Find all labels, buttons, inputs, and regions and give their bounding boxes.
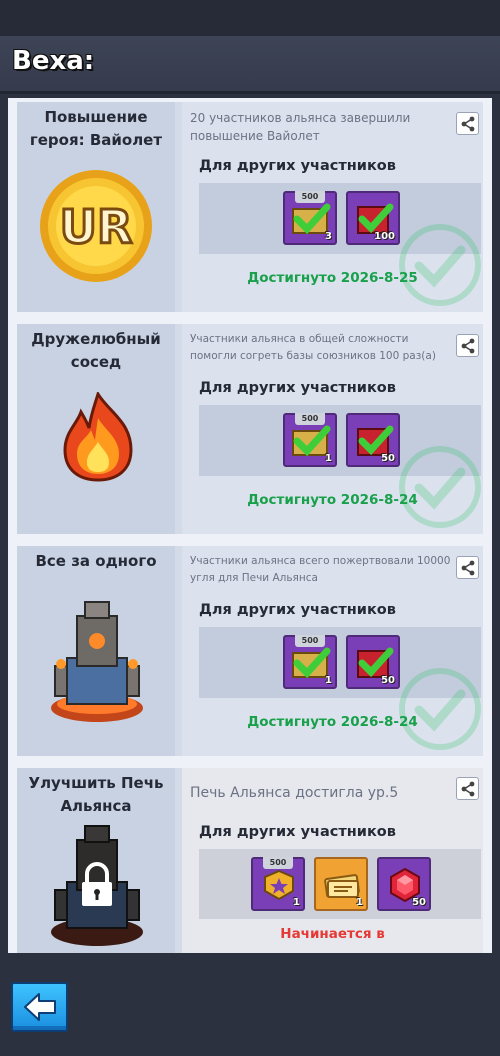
header-bar: Веха:	[0, 36, 500, 94]
share-button[interactable]	[456, 556, 479, 579]
card-description: Печь Альянса достигла ур.5	[190, 785, 399, 801]
flame-icon	[63, 392, 133, 482]
share-icon	[461, 116, 475, 132]
status-achieved: Достигнуто 2026-8-24	[247, 492, 418, 508]
back-button[interactable]	[11, 982, 68, 1032]
achieved-check-icon	[399, 668, 481, 750]
reward-item[interactable]: 500 1	[283, 635, 337, 689]
milestone-card-friendly-neighbor: Дружелюбный сосед Участники альянса в об…	[17, 324, 483, 534]
svg-text:UR: UR	[60, 200, 133, 254]
item-count: 50	[381, 675, 395, 686]
milestone-card-hero-promotion: Повышение героя: Вайолет UR 20 участнико…	[17, 102, 483, 312]
for-others-label: Для других участников	[199, 602, 396, 618]
reward-item[interactable]: 500 1	[283, 413, 337, 467]
card-title: Дружелюбный сосед	[31, 330, 161, 371]
milestone-list[interactable]: Повышение героя: Вайолет UR 20 участнико…	[8, 98, 492, 953]
status-bar	[0, 0, 500, 36]
furnace-icon	[51, 601, 143, 722]
item-count: 1	[293, 897, 300, 908]
card-title: Улучшить Печь Альянса	[28, 774, 164, 815]
item-count: 50	[412, 897, 426, 908]
item-count: 100	[374, 231, 395, 242]
reward-item[interactable]: 50	[346, 413, 400, 467]
item-count: 1	[325, 453, 332, 464]
milestone-card-all-for-one: Все за одного Участники альянса всего по…	[17, 546, 483, 756]
page-title: Веха:	[12, 46, 95, 76]
share-button[interactable]	[456, 777, 479, 800]
item-count: 1	[325, 675, 332, 686]
card-description: 20 участников альянса завершили повышени…	[190, 111, 411, 143]
card-description: Участники альянса в общей сложности помо…	[190, 333, 436, 362]
status-achieved: Достигнуто 2026-8-25	[247, 270, 418, 286]
status-starts: Начинается в	[280, 926, 385, 942]
reward-item[interactable]: 500 3	[283, 191, 337, 245]
share-icon	[461, 338, 475, 354]
card-title: Повышение героя: Вайолет	[29, 108, 163, 149]
share-icon	[461, 560, 475, 576]
locked-furnace-icon	[51, 825, 143, 946]
achieved-check-icon	[399, 224, 481, 306]
reward-item[interactable]: 50	[346, 635, 400, 689]
item-count: 3	[325, 231, 332, 242]
for-others-label: Для других участников	[199, 824, 396, 840]
back-arrow-icon	[24, 993, 56, 1021]
achieved-check-icon	[399, 446, 481, 528]
item-count: 1	[356, 897, 363, 908]
milestone-card-upgrade-furnace: Улучшить Печь Альянса Печь Альянса дости…	[17, 768, 483, 953]
share-button[interactable]	[456, 112, 479, 135]
item-count: 50	[381, 453, 395, 464]
status-achieved: Достигнуто 2026-8-24	[247, 714, 418, 730]
reward-item[interactable]: 100	[346, 191, 400, 245]
share-button[interactable]	[456, 334, 479, 357]
ur-badge-icon: UR	[40, 170, 152, 282]
reward-box: 500 1 1 50	[199, 849, 481, 919]
card-description: Участники альянса всего пожертвовали 100…	[190, 555, 451, 584]
reward-item[interactable]: 500 1	[251, 857, 305, 911]
for-others-label: Для других участников	[199, 158, 396, 174]
share-icon	[461, 781, 475, 797]
reward-item[interactable]: 1	[314, 857, 368, 911]
reward-item[interactable]: 50	[377, 857, 431, 911]
for-others-label: Для других участников	[199, 380, 396, 396]
card-title: Все за одного	[35, 552, 157, 570]
